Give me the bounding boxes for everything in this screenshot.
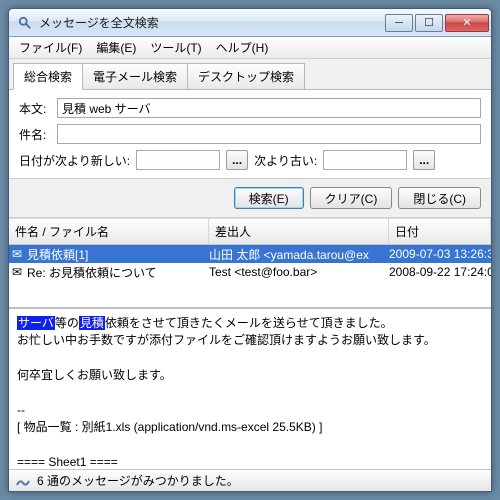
app-icon xyxy=(17,15,33,31)
cell-sender: Test <test@foo.bar> xyxy=(209,265,389,279)
result-list: ✉ 見積依頼[1] 山田 太郎 <yamada.tarou@ex 2009-07… xyxy=(9,245,491,307)
table-row[interactable]: ✉ Re: お見積依頼について Test <test@foo.bar> 2008… xyxy=(9,263,491,281)
menu-file[interactable]: ファイル(F) xyxy=(13,37,88,58)
close-button[interactable]: ✕ xyxy=(445,14,489,32)
list-header: 件名 / ファイル名 差出人 日付 xyxy=(9,218,491,245)
date-older-picker[interactable]: ... xyxy=(413,150,435,170)
cell-subject: 見積依頼[1] xyxy=(25,246,209,263)
maximize-button[interactable]: ☐ xyxy=(415,14,443,32)
table-row[interactable]: ✉ 見積依頼[1] 山田 太郎 <yamada.tarou@ex 2009-07… xyxy=(9,245,491,263)
col-date[interactable]: 日付 xyxy=(389,219,491,244)
tab-email[interactable]: 電子メール検索 xyxy=(82,63,188,89)
search-button[interactable]: 検索(E) xyxy=(234,187,304,209)
subject-label: 件名: xyxy=(19,126,53,143)
preview-line: 何卒宜しくお願い致します。 xyxy=(17,367,483,384)
close-window-button[interactable]: 閉じる(C) xyxy=(398,187,481,209)
minimize-button[interactable]: ─ xyxy=(385,14,413,32)
body-input[interactable] xyxy=(57,98,481,118)
menu-tool[interactable]: ツール(T) xyxy=(144,37,207,58)
date-newer-label: 日付が次より新しい: xyxy=(19,152,130,169)
body-label: 本文: xyxy=(19,100,53,117)
date-older-label: 次より古い: xyxy=(254,152,317,169)
highlight: サーバ xyxy=(17,316,55,330)
titlebar: メッセージを全文検索 ─ ☐ ✕ xyxy=(9,9,491,37)
statusbar: 6 通のメッセージがみつかりました。 xyxy=(9,469,491,491)
cell-subject: Re: お見積依頼について xyxy=(25,264,209,281)
preview-pane: サーバ等の見積依頼をさせて頂きたくメールを送らせて頂きました。 お忙しい中お手数… xyxy=(9,307,491,469)
tab-desktop[interactable]: デスクトップ検索 xyxy=(187,63,305,89)
mail-icon: ✉ xyxy=(9,247,25,261)
window-title: メッセージを全文検索 xyxy=(39,14,385,31)
status-text: 6 通のメッセージがみつかりました。 xyxy=(37,472,239,489)
col-subject[interactable]: 件名 / ファイル名 xyxy=(9,219,209,244)
preview-line: ==== Sheet1 ==== xyxy=(17,454,483,469)
preview-line: お忙しい中お手数ですが添付ファイルをご確認頂けますようお願い致します。 xyxy=(17,332,483,349)
preview-line: [ 物品一覧 : 別紙1.xls (application/vnd.ms-exc… xyxy=(17,419,483,436)
date-older-input[interactable] xyxy=(323,150,407,170)
menu-help[interactable]: ヘルプ(H) xyxy=(210,37,275,58)
tab-bar: 総合検索 電子メール検索 デスクトップ検索 xyxy=(9,59,491,90)
button-row: 検索(E) クリア(C) 閉じる(C) xyxy=(9,179,491,218)
mail-icon: ✉ xyxy=(9,265,25,279)
preview-line: サーバ等の見積依頼をさせて頂きたくメールを送らせて頂きました。 xyxy=(17,315,483,332)
search-panel: 本文: 件名: 日付が次より新しい: ... 次より古い: ... xyxy=(9,90,491,179)
menubar: ファイル(F) 編集(E) ツール(T) ヘルプ(H) xyxy=(9,37,491,59)
status-icon xyxy=(15,473,31,489)
menu-edit[interactable]: 編集(E) xyxy=(90,37,142,58)
clear-button[interactable]: クリア(C) xyxy=(310,187,393,209)
cell-date: 2008-09-22 17:24:01 # xyxy=(389,265,491,279)
date-newer-input[interactable] xyxy=(136,150,220,170)
preview-line: -- xyxy=(17,402,483,419)
cell-sender: 山田 太郎 <yamada.tarou@ex xyxy=(209,246,389,263)
cell-date: 2009-07-03 13:26:37 # xyxy=(389,247,491,261)
tab-general[interactable]: 総合検索 xyxy=(13,63,83,90)
date-newer-picker[interactable]: ... xyxy=(226,150,248,170)
highlight: 見積 xyxy=(79,316,105,330)
subject-input[interactable] xyxy=(57,124,481,144)
col-sender[interactable]: 差出人 xyxy=(209,219,389,244)
